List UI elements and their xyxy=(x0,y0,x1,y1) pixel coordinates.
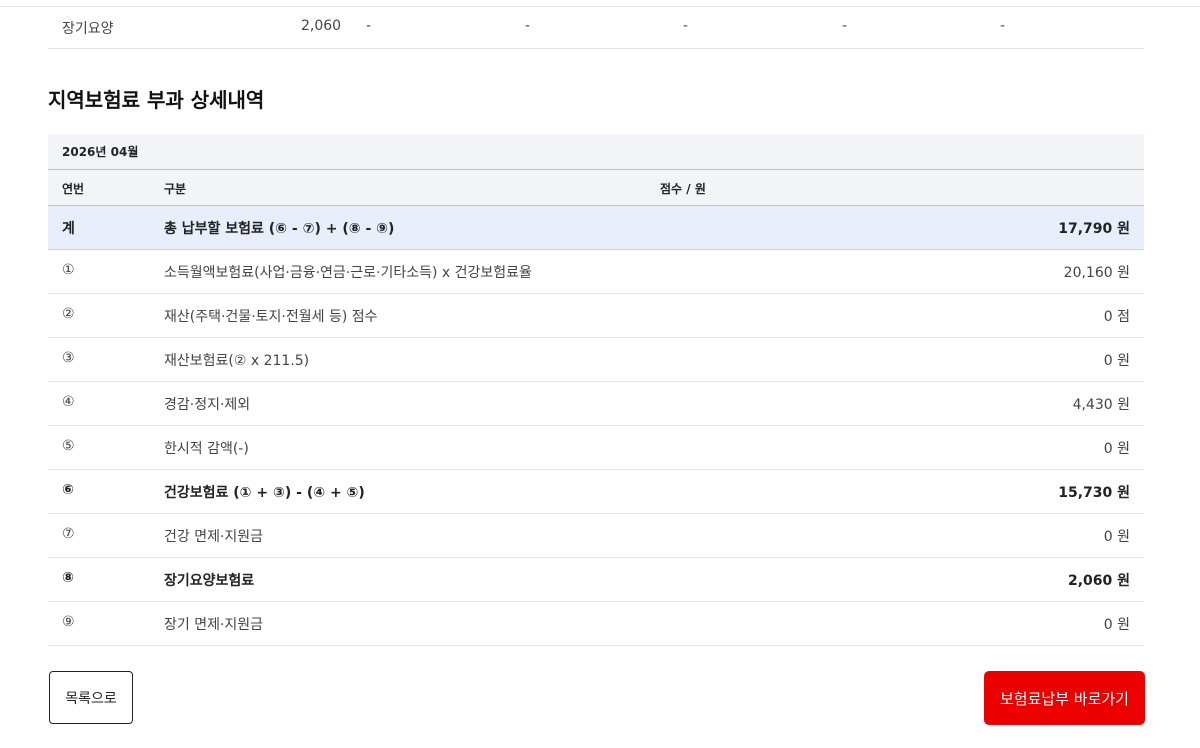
row-value: 4,430 원 xyxy=(1072,397,1130,413)
row-amount: 2,060 xyxy=(301,18,342,34)
row-value: 0 원 xyxy=(1103,529,1130,545)
row-number: ③ xyxy=(62,350,75,366)
row-number: ⑦ xyxy=(62,526,75,542)
row-label: 재산보험료(② x 211.5) xyxy=(164,353,310,369)
table-row-subtotal: ⑧ 장기요양보험료 2,060 원 xyxy=(48,558,1144,602)
row-number: ② xyxy=(62,306,75,322)
row-value: 17,790 원 xyxy=(1058,221,1130,237)
row-value: 15,730 원 xyxy=(1058,485,1130,501)
table-row: ② 재산(주택·건물·토지·전월세 등) 점수 0 점 xyxy=(48,294,1144,338)
row-label: 장기요양 xyxy=(62,21,114,37)
row-label: 소득월액보험료(사업·금융·연금·근로·기타소득) x 건강보험료율 xyxy=(164,265,532,281)
row-number: ④ xyxy=(62,394,75,410)
row-value: 0 원 xyxy=(1103,353,1130,369)
row-cell-dash: - xyxy=(525,18,531,34)
long-term-care-summary-row: 장기요양 2,060 - - - - - xyxy=(48,7,1144,49)
header-points-won: 점수 / 원 xyxy=(660,182,706,196)
row-label: 한시적 감액(-) xyxy=(164,441,249,457)
period-label: 2026년 04월 xyxy=(62,145,139,159)
row-value: 2,060 원 xyxy=(1067,573,1130,589)
row-label: 총 납부할 보험료 (⑥ - ⑦) + (⑧ - ⑨) xyxy=(164,221,395,237)
row-cell-dash: - xyxy=(842,18,848,34)
table-row-subtotal: ⑥ 건강보험료 (① + ③) - (④ + ⑤) 15,730 원 xyxy=(48,470,1144,514)
row-label: 건강보험료 (① + ③) - (④ + ⑤) xyxy=(164,485,365,501)
table-row-total: 계 총 납부할 보험료 (⑥ - ⑦) + (⑧ - ⑨) 17,790 원 xyxy=(48,206,1144,250)
table-row: ⑨ 장기 면제·지원금 0 원 xyxy=(48,602,1144,646)
row-cell-dash: - xyxy=(683,18,689,34)
pay-premium-button[interactable]: 보험료납부 바로가기 xyxy=(984,671,1145,725)
section-title: 지역보험료 부과 상세내역 xyxy=(48,88,265,112)
row-cell-dash: - xyxy=(1000,18,1006,34)
row-cell-dash: - xyxy=(366,18,372,34)
row-value: 0 점 xyxy=(1103,309,1130,325)
row-number: ⑥ xyxy=(62,482,74,498)
row-label: 장기요양보험료 xyxy=(164,573,255,589)
row-number: ⑧ xyxy=(62,570,74,586)
premium-detail-table: 2026년 04월 연번 구분 점수 / 원 계 총 납부할 보험료 (⑥ - … xyxy=(48,134,1144,646)
row-number: 계 xyxy=(62,221,75,237)
header-seq: 연번 xyxy=(62,182,85,196)
row-label: 경감·정지·제외 xyxy=(164,397,251,413)
row-value: 0 원 xyxy=(1103,617,1130,633)
table-row: ③ 재산보험료(② x 211.5) 0 원 xyxy=(48,338,1144,382)
back-to-list-button[interactable]: 목록으로 xyxy=(49,671,133,724)
row-label: 건강 면제·지원금 xyxy=(164,529,264,545)
table-row: ⑦ 건강 면제·지원금 0 원 xyxy=(48,514,1144,558)
table-row: ① 소득월액보험료(사업·금융·연금·근로·기타소득) x 건강보험료율 20,… xyxy=(48,250,1144,294)
row-label: 장기 면제·지원금 xyxy=(164,617,264,633)
period-header: 2026년 04월 xyxy=(48,134,1144,170)
row-number: ⑨ xyxy=(62,614,75,630)
row-number: ① xyxy=(62,262,75,278)
row-label: 재산(주택·건물·토지·전월세 등) 점수 xyxy=(164,309,378,325)
row-value: 20,160 원 xyxy=(1063,265,1130,281)
table-header-row: 연번 구분 점수 / 원 xyxy=(48,170,1144,206)
table-row: ④ 경감·정지·제외 4,430 원 xyxy=(48,382,1144,426)
row-number: ⑤ xyxy=(62,438,75,454)
header-category: 구분 xyxy=(164,182,187,196)
table-row: ⑤ 한시적 감액(-) 0 원 xyxy=(48,426,1144,470)
row-value: 0 원 xyxy=(1103,441,1130,457)
